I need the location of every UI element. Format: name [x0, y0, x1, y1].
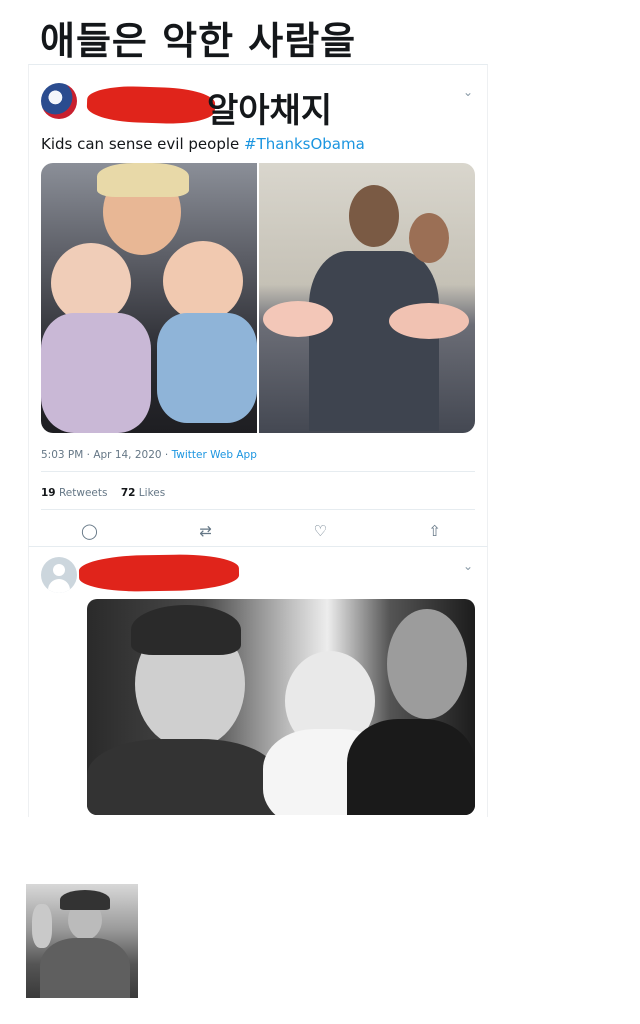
- tweet-meta: 5:03 PM · Apr 14, 2020 · Twitter Web App: [41, 449, 257, 461]
- redacted-username: [78, 553, 240, 593]
- tweet-body: Kids can sense evil people: [41, 135, 240, 153]
- chevron-down-icon[interactable]: ⌄: [463, 85, 473, 99]
- tweet-text: Kids can sense evil people #ThanksObama: [41, 135, 365, 153]
- reply-icon[interactable]: ◯: [81, 522, 98, 540]
- retweet-count[interactable]: 19: [41, 487, 56, 499]
- redacted-username: [86, 84, 216, 126]
- like-label[interactable]: Likes: [139, 487, 165, 499]
- tweet-source[interactable]: Twitter Web App: [172, 449, 257, 461]
- user-avatar[interactable]: [41, 83, 77, 119]
- overlay-caption: 알아채지: [207, 91, 333, 131]
- like-icon[interactable]: ♡: [313, 522, 326, 540]
- tweet-stats: 19 Retweets 72 Likes: [41, 487, 165, 499]
- share-icon[interactable]: ⇧: [428, 522, 441, 540]
- photo-left[interactable]: [41, 163, 257, 433]
- headline: 애들은 악한 사람을: [40, 19, 357, 63]
- photo-right[interactable]: [259, 163, 475, 433]
- retweet-label[interactable]: Retweets: [59, 487, 108, 499]
- thumbnail-photo: [26, 884, 138, 998]
- tweet-actions: ◯ ⇄ ♡ ⇧: [81, 522, 441, 540]
- hashtag-link[interactable]: #ThanksObama: [244, 135, 365, 153]
- retweet-icon[interactable]: ⇄: [199, 522, 212, 540]
- tweet-timestamp[interactable]: 5:03 PM · Apr 14, 2020: [41, 449, 162, 461]
- tweet-photos[interactable]: [41, 163, 475, 433]
- tweet-card-2: ⌄: [28, 546, 488, 817]
- divider: [41, 471, 475, 472]
- chevron-down-icon[interactable]: ⌄: [463, 559, 473, 573]
- like-count[interactable]: 72: [121, 487, 136, 499]
- default-avatar-icon[interactable]: [41, 557, 77, 593]
- tweet-card-1: 알아채지 ⌄ Kids can sense evil people #Thank…: [28, 64, 488, 547]
- tweet-photo[interactable]: [87, 599, 475, 815]
- divider: [41, 509, 475, 510]
